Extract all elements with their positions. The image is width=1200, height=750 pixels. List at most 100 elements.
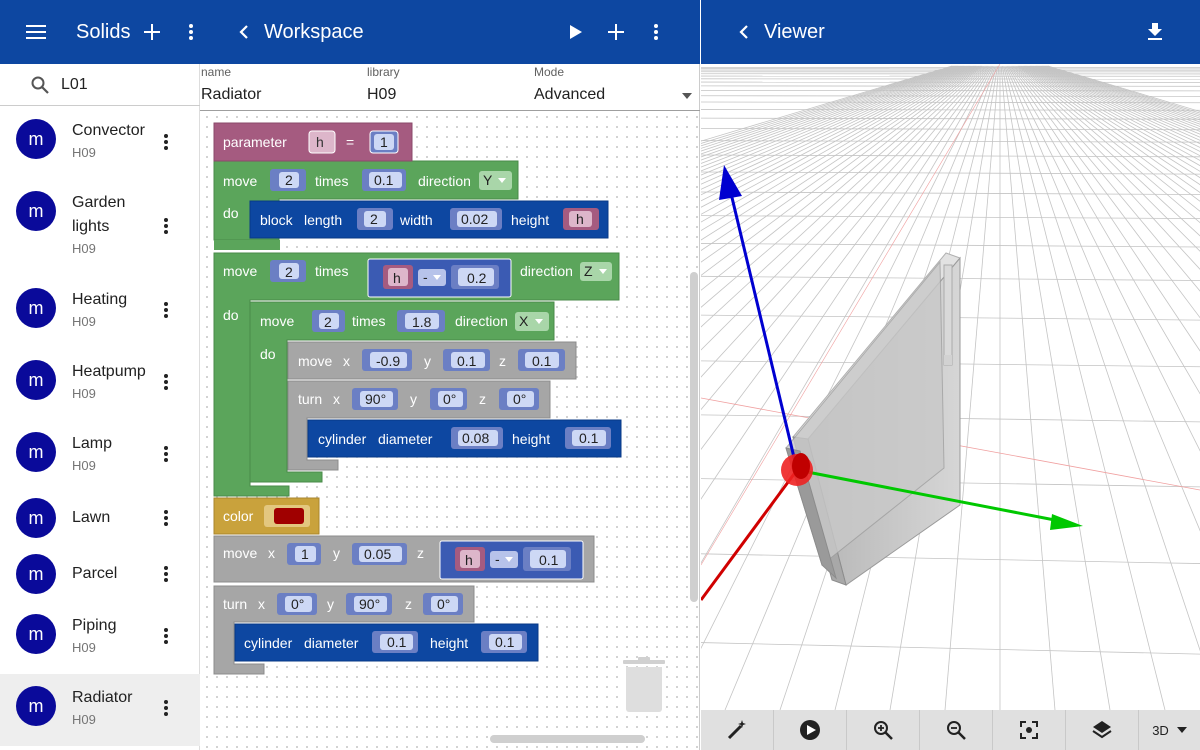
direction-value: Z [584,263,593,279]
list-item[interactable]: m Heatpump H09 [0,346,200,418]
item-more-button[interactable] [156,560,176,588]
turn-x-value[interactable]: 0° [291,596,304,612]
operator-value[interactable]: - [495,551,500,567]
block-canvas: parameter h = 1 move 2 times 0.1 directi… [213,122,698,743]
center-view-button[interactable] [993,710,1066,750]
run-button[interactable] [564,20,588,44]
move-label: move [223,263,257,279]
menu-button[interactable] [24,20,48,44]
item-name: Piping [72,617,117,634]
direction-label: direction [520,263,573,279]
more-vert-icon [164,566,168,582]
more-vert-icon [164,628,168,644]
list-item[interactable]: m Heating H09 [0,274,200,346]
search-input[interactable] [61,75,181,94]
color-label: color [223,508,254,524]
viewer-back-button[interactable] [734,20,754,44]
zoom-in-button[interactable] [847,710,920,750]
add-solid-button[interactable] [141,21,163,43]
block-width[interactable]: 0.02 [461,211,488,227]
move-label: move [223,173,257,189]
cylinder-height[interactable]: 0.1 [579,430,599,446]
loop-count[interactable]: 2 [285,264,293,280]
move-x-value[interactable]: 1 [301,546,309,562]
expr-operand[interactable]: 0.2 [467,270,487,286]
search-icon [31,76,49,94]
turn-y-value[interactable]: 0° [443,391,456,407]
list-item[interactable]: m Parcel [0,546,200,602]
move-y-value[interactable]: 0.1 [457,353,477,369]
turn-z-value[interactable]: 0° [437,596,450,612]
list-item[interactable]: m Lamp H09 [0,418,200,490]
3d-viewport[interactable] [701,64,1200,710]
back-button[interactable] [234,20,254,44]
item-more-button[interactable] [156,622,176,650]
solids-more-button[interactable] [182,20,200,44]
workspace-vscrollbar[interactable] [690,272,698,602]
loop-count[interactable]: 2 [285,172,293,188]
item-more-button[interactable] [156,128,176,156]
item-more-button[interactable] [156,212,176,240]
cylinder-label: cylinder [318,431,367,447]
animate-button[interactable] [774,710,847,750]
plus-icon [144,24,160,40]
item-more-button[interactable] [156,694,176,722]
cylinder-diameter[interactable]: 0.08 [462,430,489,446]
list-item[interactable]: m Garden lights H09 [0,178,200,274]
item-more-button[interactable] [156,504,176,532]
zoom-out-button[interactable] [920,710,993,750]
param-value[interactable]: 1 [380,134,388,150]
item-name: Lamp [72,435,113,452]
color-swatch[interactable] [274,508,304,524]
item-library: H09 [72,712,96,727]
param-variable[interactable]: h [316,134,324,150]
y-label: y [424,353,431,369]
trash-icon[interactable] [623,657,665,712]
length-label: length [304,212,342,228]
loop-step[interactable]: 1.8 [412,314,432,330]
workspace-panel: Workspace name Radiator library H09 Mode [200,0,700,750]
workspace-hscrollbar[interactable] [490,735,645,743]
z-label: z [417,545,424,561]
list-item[interactable]: m Convector H09 [0,106,200,178]
name-field[interactable]: name Radiator [201,64,361,104]
block-length[interactable]: 2 [370,211,378,227]
turn-x-value[interactable]: 90° [365,391,386,407]
width-label: width [399,212,433,228]
download-button[interactable] [1143,20,1167,44]
cylinder-diameter[interactable]: 0.1 [387,634,407,650]
move-y-value[interactable]: 0.05 [364,546,391,562]
y-axis [727,184,799,471]
move-x-value[interactable]: -0.9 [376,353,400,369]
turn-y-value[interactable]: 90° [359,596,380,612]
move-z-value[interactable]: 0.1 [532,353,552,369]
mode-select[interactable]: Mode Advanced [534,64,698,104]
item-more-button[interactable] [156,368,176,396]
add-block-button[interactable] [604,20,628,44]
avatar: m [16,686,56,726]
list-item[interactable]: m Piping H09 [0,602,200,674]
operator-value[interactable]: - [423,269,428,285]
expr-variable[interactable]: h [465,552,473,568]
cylinder-height[interactable]: 0.1 [495,634,515,650]
expr-variable[interactable]: h [393,270,401,286]
auto-fit-button[interactable] [701,710,774,750]
expr-operand[interactable]: 0.1 [539,552,559,568]
list-item-selected[interactable]: m Radiator H09 [0,674,200,746]
loop-count[interactable]: 2 [324,314,332,330]
workspace-more-button[interactable] [646,20,666,44]
more-vert-icon [164,302,168,318]
layers-button[interactable] [1066,710,1139,750]
block-workspace[interactable]: parameter h = 1 move 2 times 0.1 directi… [202,112,698,748]
item-more-button[interactable] [156,296,176,324]
block-height[interactable]: h [576,211,584,227]
item-more-button[interactable] [156,440,176,468]
dropdown-arrow-icon [1176,727,1187,733]
library-field[interactable]: library H09 [367,64,527,104]
item-library: H09 [72,640,96,655]
loop-step[interactable]: 0.1 [374,172,394,188]
list-item[interactable]: m Lawn [0,490,200,546]
view-mode-select[interactable]: 3D [1139,710,1200,750]
item-name: Garden lights [72,194,126,235]
turn-z-value[interactable]: 0° [513,391,526,407]
